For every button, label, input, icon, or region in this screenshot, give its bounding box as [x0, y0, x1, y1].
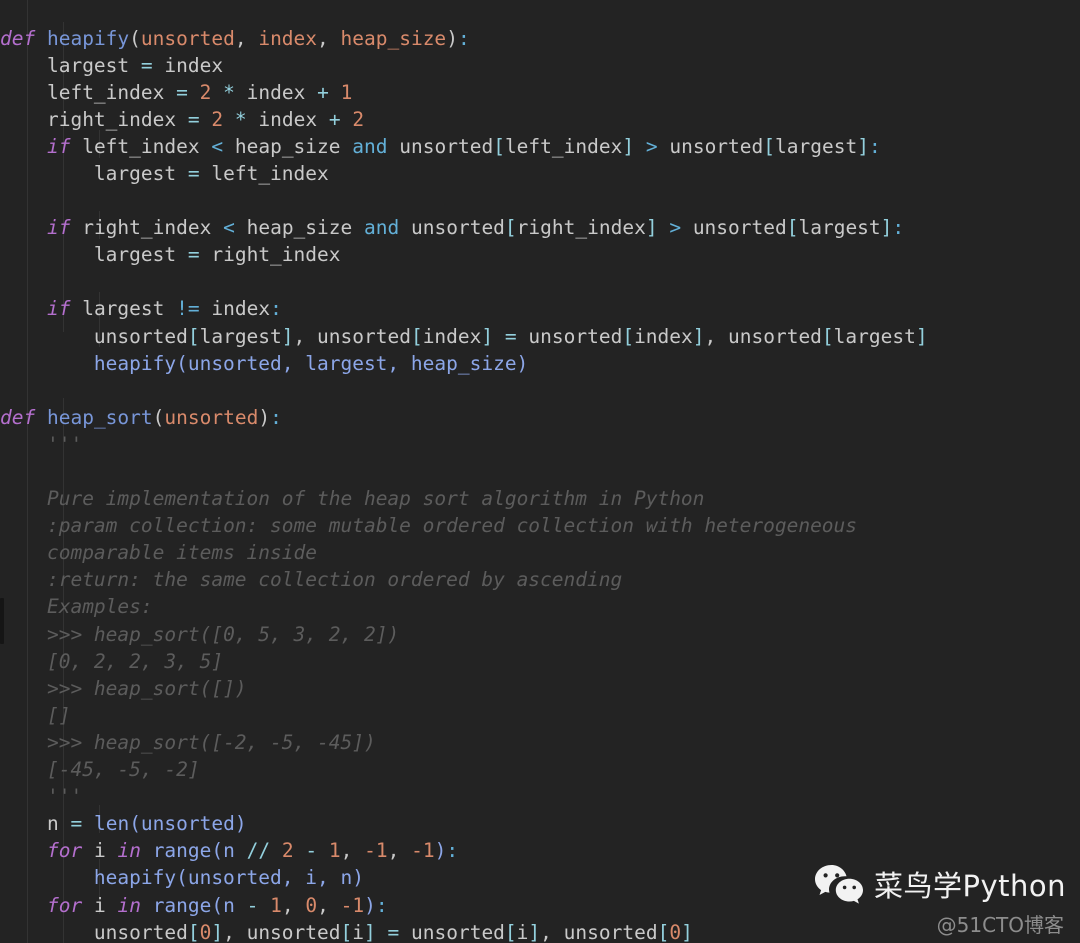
code-line: >>> heap_sort([]) [46, 676, 247, 700]
wechat-icon [813, 863, 865, 909]
watermark-subtitle: @51CTO博客 [936, 913, 1064, 937]
code-line: Examples: [46, 595, 153, 619]
source-code-block[interactable]: def heapify(unsorted, index, heap_size):… [0, 20, 928, 943]
code-line: for i in range(n - 1, 0, -1): [46, 893, 388, 917]
code-line: if left_index < heap_size and unsorted[l… [46, 134, 881, 158]
code-line: unsorted[0], unsorted[i] = unsorted[i], … [93, 920, 693, 943]
watermark-main: 菜鸟学Python [813, 863, 1066, 909]
code-line: largest = left_index [93, 161, 329, 185]
code-line: heapify(unsorted, i, n) [93, 866, 364, 890]
watermark-title: 菜鸟学Python [873, 868, 1066, 903]
code-line: heapify(unsorted, largest, heap_size) [93, 351, 529, 375]
code-line: :param collection: some mutable ordered … [46, 514, 858, 538]
code-line: >>> heap_sort([-2, -5, -45]) [46, 730, 376, 754]
code-line: def heapify(unsorted, index, heap_size): [0, 26, 470, 50]
code-line: [] [46, 703, 71, 727]
code-editor-surface[interactable]: def heapify(unsorted, index, heap_size):… [0, 0, 1080, 943]
code-line: n = len(unsorted) [46, 812, 247, 836]
code-line: [-45, -5, -2] [46, 758, 200, 782]
code-line: largest = right_index [93, 243, 341, 267]
code-line: right_index = 2 * index + 2 [46, 107, 365, 131]
code-line: [0, 2, 2, 3, 5] [46, 649, 224, 673]
code-line: comparable items inside [46, 541, 317, 565]
code-line: if right_index < heap_size and unsorted[… [46, 216, 905, 240]
code-line: left_index = 2 * index + 1 [46, 80, 353, 104]
code-line: Pure implementation of the heap sort alg… [46, 487, 705, 511]
watermark: 菜鸟学Python @51CTO博客 [813, 863, 1066, 935]
code-line: def heap_sort(unsorted): [0, 405, 282, 429]
code-line: ''' [46, 785, 83, 809]
code-line: >>> heap_sort([0, 5, 3, 2, 2]) [46, 622, 400, 646]
code-line: :return: the same collection ordered by … [46, 568, 623, 592]
code-line: if largest != index: [46, 297, 282, 321]
code-line: ''' [46, 432, 83, 456]
code-line: unsorted[largest], unsorted[index] = uns… [93, 324, 928, 348]
code-line: largest = index [46, 53, 224, 77]
code-line: for i in range(n // 2 - 1, -1, -1): [46, 839, 459, 863]
